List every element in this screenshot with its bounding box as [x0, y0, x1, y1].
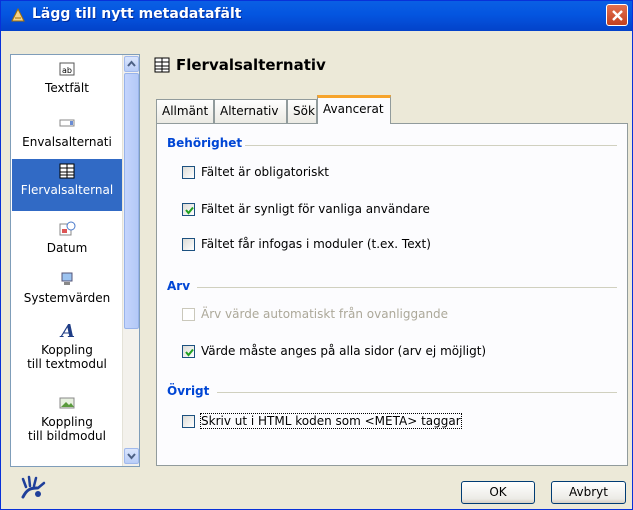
close-icon	[612, 10, 623, 21]
option-label: Värde måste anges på alla sidor (arv ej …	[201, 344, 487, 358]
sidebar-scrollbar[interactable]	[122, 55, 139, 466]
scroll-thumb[interactable]	[124, 73, 139, 329]
tab-alternativ[interactable]: Alternativ	[214, 99, 287, 123]
checkbox-meta-taggar[interactable]	[182, 414, 195, 428]
option-varde-maste-anges[interactable]: Värde måste anges på alla sidor (arv ej …	[182, 344, 486, 358]
option-label: Ärv värde automatiskt från ovanliggande	[201, 307, 449, 321]
option-label: Fältet får infogas i moduler (t.ex. Text…	[201, 237, 431, 251]
checkmark-icon	[185, 206, 194, 215]
app-icon	[11, 7, 25, 22]
dialog-window: Lägg till nytt metadatafält ab Textfält …	[0, 0, 633, 510]
calendar-icon	[59, 221, 76, 236]
sidebar-item-label: Flervalsalternal	[20, 183, 114, 197]
checkbox-arv-automatiskt	[182, 307, 195, 321]
checkbox-varde-maste-anges[interactable]	[182, 344, 195, 358]
scroll-down-button[interactable]	[124, 448, 139, 464]
sidebar-item-koppling-textmodul[interactable]: A Koppling till textmodul	[12, 321, 122, 379]
sidebar-item-label: Systemvärden	[23, 291, 111, 305]
sidebar-item-label: Koppling till bildmodul	[27, 415, 106, 443]
option-meta-taggar[interactable]: Skriv ut i HTML koden som <META> taggar	[182, 413, 462, 429]
option-obligatoriskt[interactable]: Fältet är obligatoriskt	[182, 165, 329, 179]
ok-button[interactable]: OK	[461, 481, 535, 504]
sidebar-item-envalsalternativ[interactable]: Envalsalternati	[12, 115, 122, 155]
multi-choice-icon	[154, 57, 170, 73]
cancel-button[interactable]: Avbryt	[551, 481, 626, 504]
group-divider	[245, 145, 617, 146]
tab-panel-avancerat: Behörighet Fältet är obligatoriskt Fälte…	[156, 123, 628, 466]
title-bar[interactable]: Lägg till nytt metadatafält	[1, 1, 632, 31]
group-title-ovrigt: Övrigt	[167, 384, 210, 398]
group-divider	[197, 287, 617, 288]
multi-choice-icon	[59, 163, 75, 179]
sidebar-item-datum[interactable]: Datum	[12, 221, 122, 261]
sidebar-item-label: Textfält	[45, 81, 89, 95]
text-module-icon: A	[59, 321, 75, 339]
tab-allmant[interactable]: Allmänt	[156, 99, 214, 123]
field-type-list[interactable]: ab Textfält Envalsalternati Flervalsalte…	[10, 54, 140, 467]
sidebar-item-systemvarden[interactable]: Systemvärden	[12, 271, 122, 311]
panel-header: Flervalsalternativ	[154, 56, 326, 74]
single-choice-icon	[59, 119, 75, 127]
sidebar-item-textfalt[interactable]: ab Textfält	[12, 61, 122, 101]
chevron-down-icon	[127, 453, 136, 460]
image-module-icon	[59, 397, 75, 409]
group-title-arv: Arv	[167, 279, 191, 293]
system-values-icon	[61, 272, 73, 285]
option-label: Skriv ut i HTML koden som <META> taggar	[200, 413, 462, 429]
option-label: Fältet är obligatoriskt	[201, 165, 330, 179]
sidebar-item-label: Koppling till textmodul	[27, 343, 107, 371]
sidebar-item-flervalsalternativ[interactable]: Flervalsalternal	[12, 159, 122, 211]
group-title-behorighet: Behörighet	[167, 136, 243, 150]
sidebar-item-label: Datum	[46, 241, 88, 255]
panel-title: Flervalsalternativ	[176, 56, 326, 74]
svg-text:A: A	[59, 321, 75, 339]
scroll-up-button[interactable]	[124, 56, 139, 72]
tab-avancerat[interactable]: Avancerat	[317, 95, 391, 124]
group-divider	[217, 392, 617, 393]
checkbox-obligatoriskt[interactable]	[182, 165, 195, 179]
checkbox-synligt[interactable]	[182, 202, 195, 216]
window-title: Lägg till nytt metadatafält	[32, 6, 242, 22]
close-button[interactable]	[606, 4, 628, 26]
option-label: Fältet är synligt för vanliga användare	[201, 202, 430, 216]
tab-sok[interactable]: Sök	[287, 99, 317, 123]
text-field-icon: ab	[59, 62, 75, 76]
chevron-up-icon	[127, 60, 136, 67]
checkbox-infogas[interactable]	[182, 237, 195, 251]
option-synligt[interactable]: Fältet är synligt för vanliga användare	[182, 202, 430, 216]
checkmark-icon	[185, 348, 194, 357]
option-infogas[interactable]: Fältet får infogas i moduler (t.ex. Text…	[182, 237, 431, 251]
option-arv-automatiskt: Ärv värde automatiskt från ovanliggande	[182, 307, 448, 321]
sidebar-item-koppling-bildmodul[interactable]: Koppling till bildmodul	[12, 395, 122, 453]
sidebar-item-label: Envalsalternati	[22, 135, 112, 149]
hand-logo-icon	[21, 475, 46, 499]
svg-text:ab: ab	[62, 66, 72, 75]
